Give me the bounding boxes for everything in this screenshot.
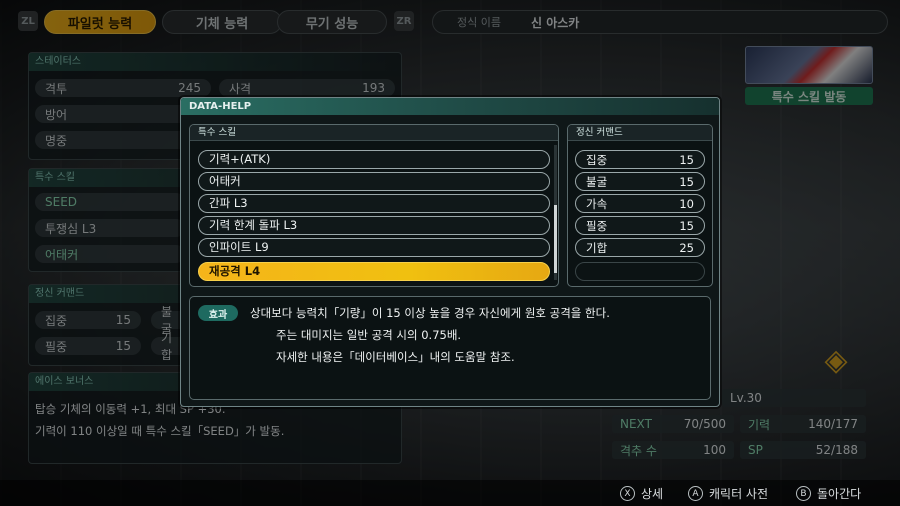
spirit-option[interactable]: 집중 15 [575,150,705,169]
dialog-title: DATA-HELP [181,98,719,115]
a-button-icon: A [688,486,703,501]
special-skill-list: 특수 스킬 기력+(ATK) 어태커 간파 L3 기력 한계 돌파 L3 인파이… [189,124,559,287]
spirit-list-header: 정신 커맨드 [568,125,712,141]
skill-option[interactable]: 간파 L3 [198,194,550,213]
spirit-label: 필중 [586,218,608,233]
hint-detail[interactable]: X 상세 [620,485,663,502]
hint-label: 돌아간다 [817,487,862,501]
effect-tag: 효과 [198,305,238,321]
spirit-label: 불굴 [586,174,608,189]
hint-label: 상세 [641,487,664,501]
effect-line: 주는 대미지는 일반 공격 시의 0.75배. [276,328,462,342]
spirit-option[interactable]: 기합 25 [575,238,705,257]
spirit-cost: 15 [679,218,694,233]
spirit-label: 기합 [586,240,608,255]
effect-line: 자세한 내용은「데이터베이스」내의 도움말 참조. [276,350,515,364]
spirit-option[interactable]: 필중 15 [575,216,705,235]
spirit-label: 집중 [586,152,608,167]
spirit-command-list: 정신 커맨드 집중 15 불굴 15 가속 10 필중 15 기합 25 [567,124,713,287]
spirit-cost: 10 [679,196,694,211]
effect-description-box: 효과 상대보다 능력치「기량」이 15 이상 높을 경우 자신에게 원호 공격을… [189,296,711,400]
spirit-option[interactable]: 가속 10 [575,194,705,213]
skill-list-header: 특수 스킬 [190,125,558,141]
spirit-cost: 15 [679,174,694,189]
data-help-dialog: DATA-HELP 특수 스킬 기력+(ATK) 어태커 간파 L3 기력 한계… [180,97,720,407]
skill-list-scrollbar[interactable] [554,145,557,280]
spirit-cost: 15 [679,152,694,167]
effect-line: 상대보다 능력치「기량」이 15 이상 높을 경우 자신에게 원호 공격을 한다… [250,306,610,320]
spirit-cost: 25 [679,240,694,255]
spirit-label: 가속 [586,196,608,211]
x-button-icon: X [620,486,635,501]
hint-character-dictionary[interactable]: A 캐릭터 사전 [688,485,768,502]
skill-option-selected[interactable]: 재공격 L4 [198,262,550,281]
hint-label: 캐릭터 사전 [709,487,769,501]
skill-option[interactable]: 기력 한계 돌파 L3 [198,216,550,235]
spirit-option[interactable]: 불굴 15 [575,172,705,191]
button-hint-bar: X 상세 A 캐릭터 사전 B 돌아간다 [0,480,900,506]
spirit-option-empty [575,262,705,281]
skill-option[interactable]: 인파이트 L9 [198,238,550,257]
scrollbar-thumb[interactable] [554,205,557,273]
skill-option[interactable]: 어태커 [198,172,550,191]
hint-back[interactable]: B 돌아간다 [796,485,861,502]
skill-option[interactable]: 기력+(ATK) [198,150,550,169]
b-button-icon: B [796,486,811,501]
